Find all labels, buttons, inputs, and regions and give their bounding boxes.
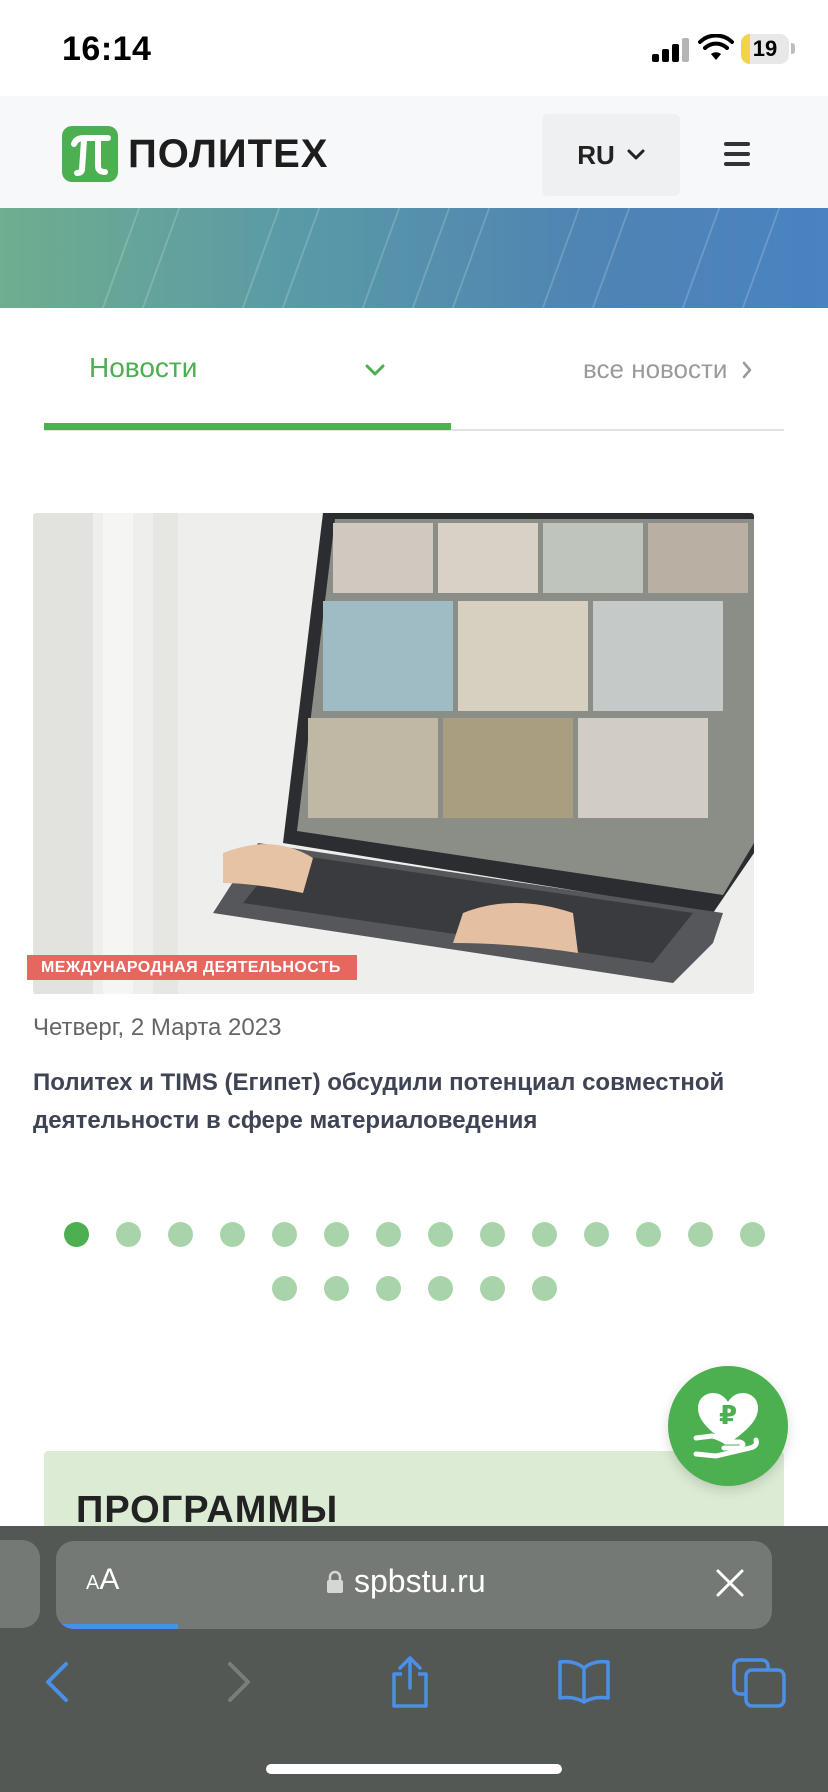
news-image[interactable]	[33, 513, 754, 994]
pagination-dot[interactable]	[531, 1276, 557, 1301]
chevron-right-icon	[743, 361, 752, 378]
home-indicator	[266, 1764, 562, 1774]
pagination-dot[interactable]	[219, 1222, 245, 1247]
address-bar[interactable]: AA spbstu.ru	[56, 1541, 772, 1629]
pagination-dot[interactable]	[271, 1276, 297, 1301]
pagination-dot[interactable]	[635, 1222, 661, 1247]
battery-icon: 19	[741, 34, 789, 64]
previous-tab-preview[interactable]	[0, 1540, 40, 1628]
hero-banner	[0, 208, 828, 308]
share-icon[interactable]	[380, 1656, 440, 1708]
pagination-dot[interactable]	[375, 1276, 401, 1301]
forward-icon[interactable]	[206, 1656, 266, 1708]
pagination-dot[interactable]	[427, 1276, 453, 1301]
pagination-dot[interactable]	[531, 1222, 557, 1247]
back-icon[interactable]	[30, 1656, 90, 1708]
signal-icon	[652, 38, 689, 62]
lock-icon	[327, 1570, 343, 1593]
pagination-dot[interactable]	[479, 1276, 505, 1301]
active-tab-indicator	[44, 423, 451, 430]
pagination-dot[interactable]	[375, 1222, 401, 1247]
donate-icon: ₽	[693, 1393, 759, 1459]
language-selector[interactable]: RU	[542, 114, 680, 196]
url-domain[interactable]: spbstu.ru	[326, 1563, 486, 1600]
page-load-progress	[56, 1624, 178, 1629]
bookmarks-icon[interactable]	[554, 1656, 614, 1708]
wifi-icon	[698, 34, 734, 60]
text-size-button[interactable]: AA	[86, 1563, 119, 1597]
news-title[interactable]: Политех и TIMS (Египет) обсудили потенци…	[33, 1064, 753, 1140]
news-date: Четверг, 2 Марта 2023	[33, 1014, 282, 1041]
battery-percent: 19	[752, 36, 778, 61]
site-logo[interactable]: ПОЛИТЕХ	[62, 126, 328, 182]
chevron-down-icon	[627, 149, 645, 160]
svg-text:₽: ₽	[719, 1401, 737, 1431]
status-time: 16:14	[62, 30, 152, 68]
close-icon[interactable]	[712, 1565, 748, 1601]
category-tag[interactable]: МЕЖДУНАРОДНАЯ ДЕЯТЕЛЬНОСТЬ	[27, 955, 357, 980]
pagination-dot[interactable]	[427, 1222, 453, 1247]
pagination-dot[interactable]	[271, 1222, 297, 1247]
logo-mark-icon	[62, 126, 118, 182]
chevron-down-icon[interactable]	[364, 362, 386, 378]
domain-text: spbstu.ru	[354, 1563, 486, 1599]
tab-news[interactable]: Новости	[89, 352, 197, 384]
pagination-dots-row-2	[0, 1276, 828, 1301]
tabs-icon[interactable]	[730, 1656, 790, 1708]
pagination-dot[interactable]	[739, 1222, 765, 1247]
pagination-dot[interactable]	[479, 1222, 505, 1247]
language-label: RU	[577, 139, 615, 170]
logo-text: ПОЛИТЕХ	[128, 131, 329, 176]
pagination-dot[interactable]	[323, 1276, 349, 1301]
pagination-dot[interactable]	[115, 1222, 141, 1247]
menu-icon[interactable]	[724, 140, 760, 170]
battery-nub	[791, 43, 795, 54]
pagination-dots-row-1	[0, 1222, 828, 1247]
pagination-dot[interactable]	[687, 1222, 713, 1247]
pagination-dot[interactable]	[583, 1222, 609, 1247]
pagination-dot[interactable]	[323, 1222, 349, 1247]
pagination-dot[interactable]	[63, 1222, 89, 1247]
programs-title: ПРОГРАММЫ	[76, 1489, 339, 1531]
all-news-label: все новости	[583, 354, 728, 384]
pagination-dot[interactable]	[167, 1222, 193, 1247]
site-header: ПОЛИТЕХ RU	[0, 96, 828, 208]
donate-button[interactable]: ₽	[668, 1366, 788, 1486]
status-bar: 16:14 19	[0, 0, 828, 96]
all-news-link[interactable]: все новости	[583, 354, 753, 385]
